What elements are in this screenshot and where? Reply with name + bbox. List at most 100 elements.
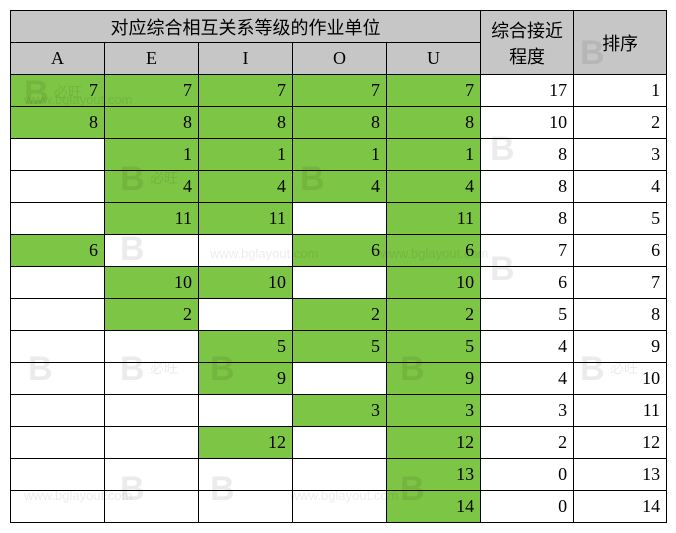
cell-rank: 8 [574, 299, 667, 331]
table-row: 1212212 [11, 427, 667, 459]
table-row: 444484 [11, 171, 667, 203]
cell-proximity: 8 [481, 203, 574, 235]
cell-U: 3 [387, 395, 481, 427]
table-row: 10101067 [11, 267, 667, 299]
table-row: 13013 [11, 459, 667, 491]
cell-A [11, 459, 105, 491]
cell-rank: 4 [574, 171, 667, 203]
table-row: 14014 [11, 491, 667, 523]
cell-rank: 10 [574, 363, 667, 395]
cell-U: 13 [387, 459, 481, 491]
cell-O [293, 491, 387, 523]
cell-proximity: 3 [481, 395, 574, 427]
cell-E: 11 [105, 203, 199, 235]
cell-rank: 14 [574, 491, 667, 523]
cell-proximity: 8 [481, 171, 574, 203]
cell-proximity: 17 [481, 75, 574, 107]
cell-proximity: 2 [481, 427, 574, 459]
cell-E: 4 [105, 171, 199, 203]
cell-E: 2 [105, 299, 199, 331]
cell-rank: 1 [574, 75, 667, 107]
table-row: 55549 [11, 331, 667, 363]
cell-I [199, 395, 293, 427]
col-E: E [105, 43, 199, 75]
cell-U: 9 [387, 363, 481, 395]
cell-rank: 9 [574, 331, 667, 363]
cell-O: 1 [293, 139, 387, 171]
cell-proximity: 6 [481, 267, 574, 299]
cell-proximity: 10 [481, 107, 574, 139]
cell-O: 5 [293, 331, 387, 363]
cell-A [11, 427, 105, 459]
cell-A [11, 299, 105, 331]
cell-O: 4 [293, 171, 387, 203]
cell-rank: 7 [574, 267, 667, 299]
cell-I: 5 [199, 331, 293, 363]
cell-proximity: 7 [481, 235, 574, 267]
cell-O [293, 267, 387, 299]
cell-I: 9 [199, 363, 293, 395]
table-row: 66676 [11, 235, 667, 267]
cell-O: 3 [293, 395, 387, 427]
cell-proximity: 5 [481, 299, 574, 331]
cell-O [293, 363, 387, 395]
cell-A [11, 203, 105, 235]
cell-I: 10 [199, 267, 293, 299]
cell-proximity: 8 [481, 139, 574, 171]
cell-rank: 5 [574, 203, 667, 235]
table-row: 88888102 [11, 107, 667, 139]
cell-O [293, 203, 387, 235]
cell-rank: 2 [574, 107, 667, 139]
cell-I: 8 [199, 107, 293, 139]
cell-A [11, 139, 105, 171]
cell-U: 11 [387, 203, 481, 235]
table-row: 99410 [11, 363, 667, 395]
cell-E [105, 491, 199, 523]
cell-U: 6 [387, 235, 481, 267]
cell-A: 6 [11, 235, 105, 267]
cell-proximity: 4 [481, 331, 574, 363]
ranking-table: 对应综合相互关系等级的作业单位 综合接近 程度 排序 A E I O U 777… [10, 10, 667, 523]
cell-O: 2 [293, 299, 387, 331]
cell-rank: 12 [574, 427, 667, 459]
cell-U: 5 [387, 331, 481, 363]
cell-E [105, 427, 199, 459]
cell-O [293, 427, 387, 459]
cell-rank: 11 [574, 395, 667, 427]
rank-header: 排序 [574, 11, 667, 75]
cell-U: 14 [387, 491, 481, 523]
cell-E [105, 331, 199, 363]
cell-U: 12 [387, 427, 481, 459]
cell-E: 7 [105, 75, 199, 107]
cell-U: 2 [387, 299, 481, 331]
cell-A [11, 267, 105, 299]
cell-O: 6 [293, 235, 387, 267]
cell-I: 7 [199, 75, 293, 107]
cell-rank: 3 [574, 139, 667, 171]
cell-rank: 13 [574, 459, 667, 491]
group-header: 对应综合相互关系等级的作业单位 [11, 11, 481, 43]
proximity-header: 综合接近 程度 [481, 11, 574, 75]
cell-U: 10 [387, 267, 481, 299]
cell-U: 4 [387, 171, 481, 203]
cell-proximity: 0 [481, 491, 574, 523]
cell-A [11, 491, 105, 523]
cell-O [293, 459, 387, 491]
cell-proximity: 4 [481, 363, 574, 395]
col-I: I [199, 43, 293, 75]
cell-U: 1 [387, 139, 481, 171]
col-U: U [387, 43, 481, 75]
cell-O: 7 [293, 75, 387, 107]
cell-A: 7 [11, 75, 105, 107]
cell-A [11, 395, 105, 427]
cell-I: 1 [199, 139, 293, 171]
cell-I [199, 299, 293, 331]
cell-I: 4 [199, 171, 293, 203]
table-row: 111183 [11, 139, 667, 171]
table-row: 22258 [11, 299, 667, 331]
cell-I [199, 235, 293, 267]
cell-E: 10 [105, 267, 199, 299]
cell-E [105, 395, 199, 427]
table-row: 33311 [11, 395, 667, 427]
table-row: 77777171 [11, 75, 667, 107]
